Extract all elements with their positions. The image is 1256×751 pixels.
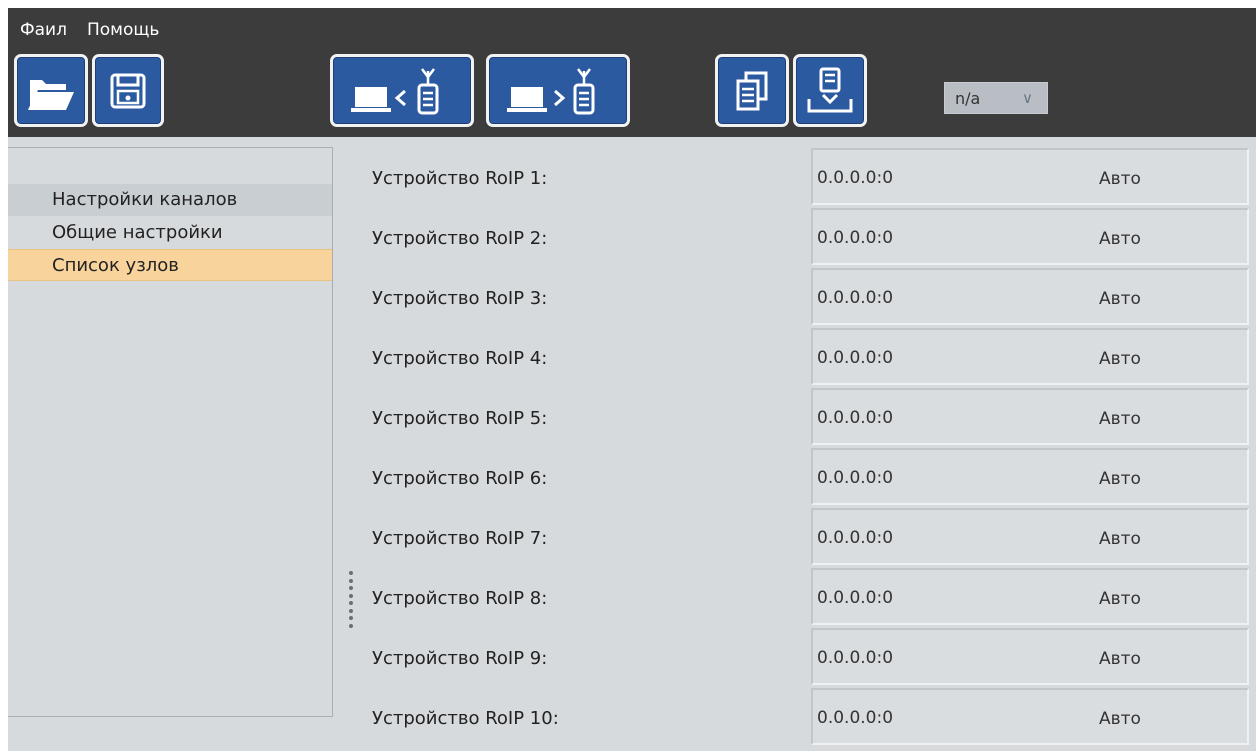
device-mode[interactable]: Авто	[1099, 469, 1141, 489]
app-window: Фаил Помощь n/a ∨ Настройки каналов Общи…	[8, 8, 1256, 751]
device-row: Устройство RoIP 7: 0.0.0.0:0 Авто	[362, 507, 1256, 567]
sidebar-item-node-list[interactable]: Список узлов	[8, 249, 332, 281]
device-mode[interactable]: Авто	[1099, 589, 1141, 609]
device-row: Устройство RoIP 6: 0.0.0.0:0 Авто	[362, 447, 1256, 507]
chevron-down-icon: ∨	[1022, 89, 1033, 107]
device-mode[interactable]: Авто	[1099, 349, 1141, 369]
device-label: Устройство RoIP 3:	[372, 288, 548, 309]
device-label: Устройство RoIP 10:	[372, 708, 559, 729]
device-row: Устройство RoIP 3: 0.0.0.0:0 Авто	[362, 267, 1256, 327]
floppy-disk-icon	[110, 73, 146, 108]
device-address-field[interactable]: 0.0.0.0:0 Авто	[811, 148, 1249, 205]
sidebar-item-general-settings[interactable]: Общие настройки	[8, 217, 332, 249]
device-row: Устройство RoIP 8: 0.0.0.0:0 Авто	[362, 567, 1256, 627]
device-mode[interactable]: Авто	[1099, 169, 1141, 189]
device-address: 0.0.0.0:0	[817, 528, 894, 548]
copy-document-icon	[736, 71, 768, 110]
device-address-field[interactable]: 0.0.0.0:0 Авто	[811, 448, 1249, 505]
computer-from-device-icon	[351, 67, 439, 114]
device-address: 0.0.0.0:0	[817, 468, 894, 488]
device-address-field[interactable]: 0.0.0.0:0 Авто	[811, 388, 1249, 445]
sidebar: Настройки каналов Общие настройки Список…	[8, 147, 333, 717]
device-row: Устройство RoIP 4: 0.0.0.0:0 Авто	[362, 327, 1256, 387]
device-address: 0.0.0.0:0	[817, 408, 894, 428]
device-mode[interactable]: Авто	[1099, 229, 1141, 249]
device-select-value: n/a	[955, 88, 981, 108]
install-button[interactable]	[793, 54, 867, 127]
install-to-tray-icon	[807, 67, 853, 112]
device-address: 0.0.0.0:0	[817, 228, 894, 248]
toolbar-area: Фаил Помощь n/a ∨	[8, 8, 1256, 137]
read-from-device-button[interactable]	[330, 54, 474, 127]
device-address-field[interactable]: 0.0.0.0:0 Авто	[811, 508, 1249, 565]
device-label: Устройство RoIP 2:	[372, 228, 548, 249]
device-address-field[interactable]: 0.0.0.0:0 Авто	[811, 208, 1249, 265]
device-row: Устройство RoIP 1: 0.0.0.0:0 Авто	[362, 147, 1256, 207]
device-mode[interactable]: Авто	[1099, 649, 1141, 669]
sidebar-item-channel-settings[interactable]: Настройки каналов	[8, 184, 332, 216]
device-address-field[interactable]: 0.0.0.0:0 Авто	[811, 568, 1249, 625]
open-button[interactable]	[14, 54, 88, 127]
menu-file[interactable]: Фаил	[8, 20, 77, 40]
copy-button[interactable]	[715, 54, 789, 127]
save-button[interactable]	[92, 54, 164, 127]
device-address: 0.0.0.0:0	[817, 588, 894, 608]
device-select[interactable]: n/a ∨	[944, 82, 1048, 114]
device-address-field[interactable]: 0.0.0.0:0 Авто	[811, 268, 1249, 325]
device-mode[interactable]: Авто	[1099, 529, 1141, 549]
device-mode[interactable]: Авто	[1099, 709, 1141, 729]
device-mode[interactable]: Авто	[1099, 409, 1141, 429]
write-to-device-button[interactable]	[486, 54, 630, 127]
device-address-field[interactable]: 0.0.0.0:0 Авто	[811, 688, 1249, 745]
device-address-field[interactable]: 0.0.0.0:0 Авто	[811, 628, 1249, 685]
device-label: Устройство RoIP 8:	[372, 588, 548, 609]
device-row: Устройство RoIP 10: 0.0.0.0:0 Авто	[362, 687, 1256, 747]
device-address: 0.0.0.0:0	[817, 168, 894, 188]
device-row: Устройство RoIP 2: 0.0.0.0:0 Авто	[362, 207, 1256, 267]
computer-to-device-icon	[507, 67, 595, 114]
panel-splitter-handle[interactable]	[348, 571, 354, 631]
device-address: 0.0.0.0:0	[817, 288, 894, 308]
menu-help[interactable]: Помощь	[77, 20, 169, 40]
device-label: Устройство RoIP 7:	[372, 528, 548, 549]
device-row: Устройство RoIP 5: 0.0.0.0:0 Авто	[362, 387, 1256, 447]
device-label: Устройство RoIP 9:	[372, 648, 548, 669]
menu-bar: Фаил Помощь	[8, 8, 169, 52]
device-address: 0.0.0.0:0	[817, 648, 894, 668]
folder-open-icon	[28, 79, 74, 110]
device-address-field[interactable]: 0.0.0.0:0 Авто	[811, 328, 1249, 385]
device-address: 0.0.0.0:0	[817, 708, 894, 728]
device-label: Устройство RoIP 4:	[372, 348, 548, 369]
device-row: Устройство RoIP 9: 0.0.0.0:0 Авто	[362, 627, 1256, 687]
device-label: Устройство RoIP 6:	[372, 468, 548, 489]
device-label: Устройство RoIP 5:	[372, 408, 548, 429]
device-address: 0.0.0.0:0	[817, 348, 894, 368]
device-mode[interactable]: Авто	[1099, 289, 1141, 309]
device-label: Устройство RoIP 1:	[372, 168, 548, 189]
